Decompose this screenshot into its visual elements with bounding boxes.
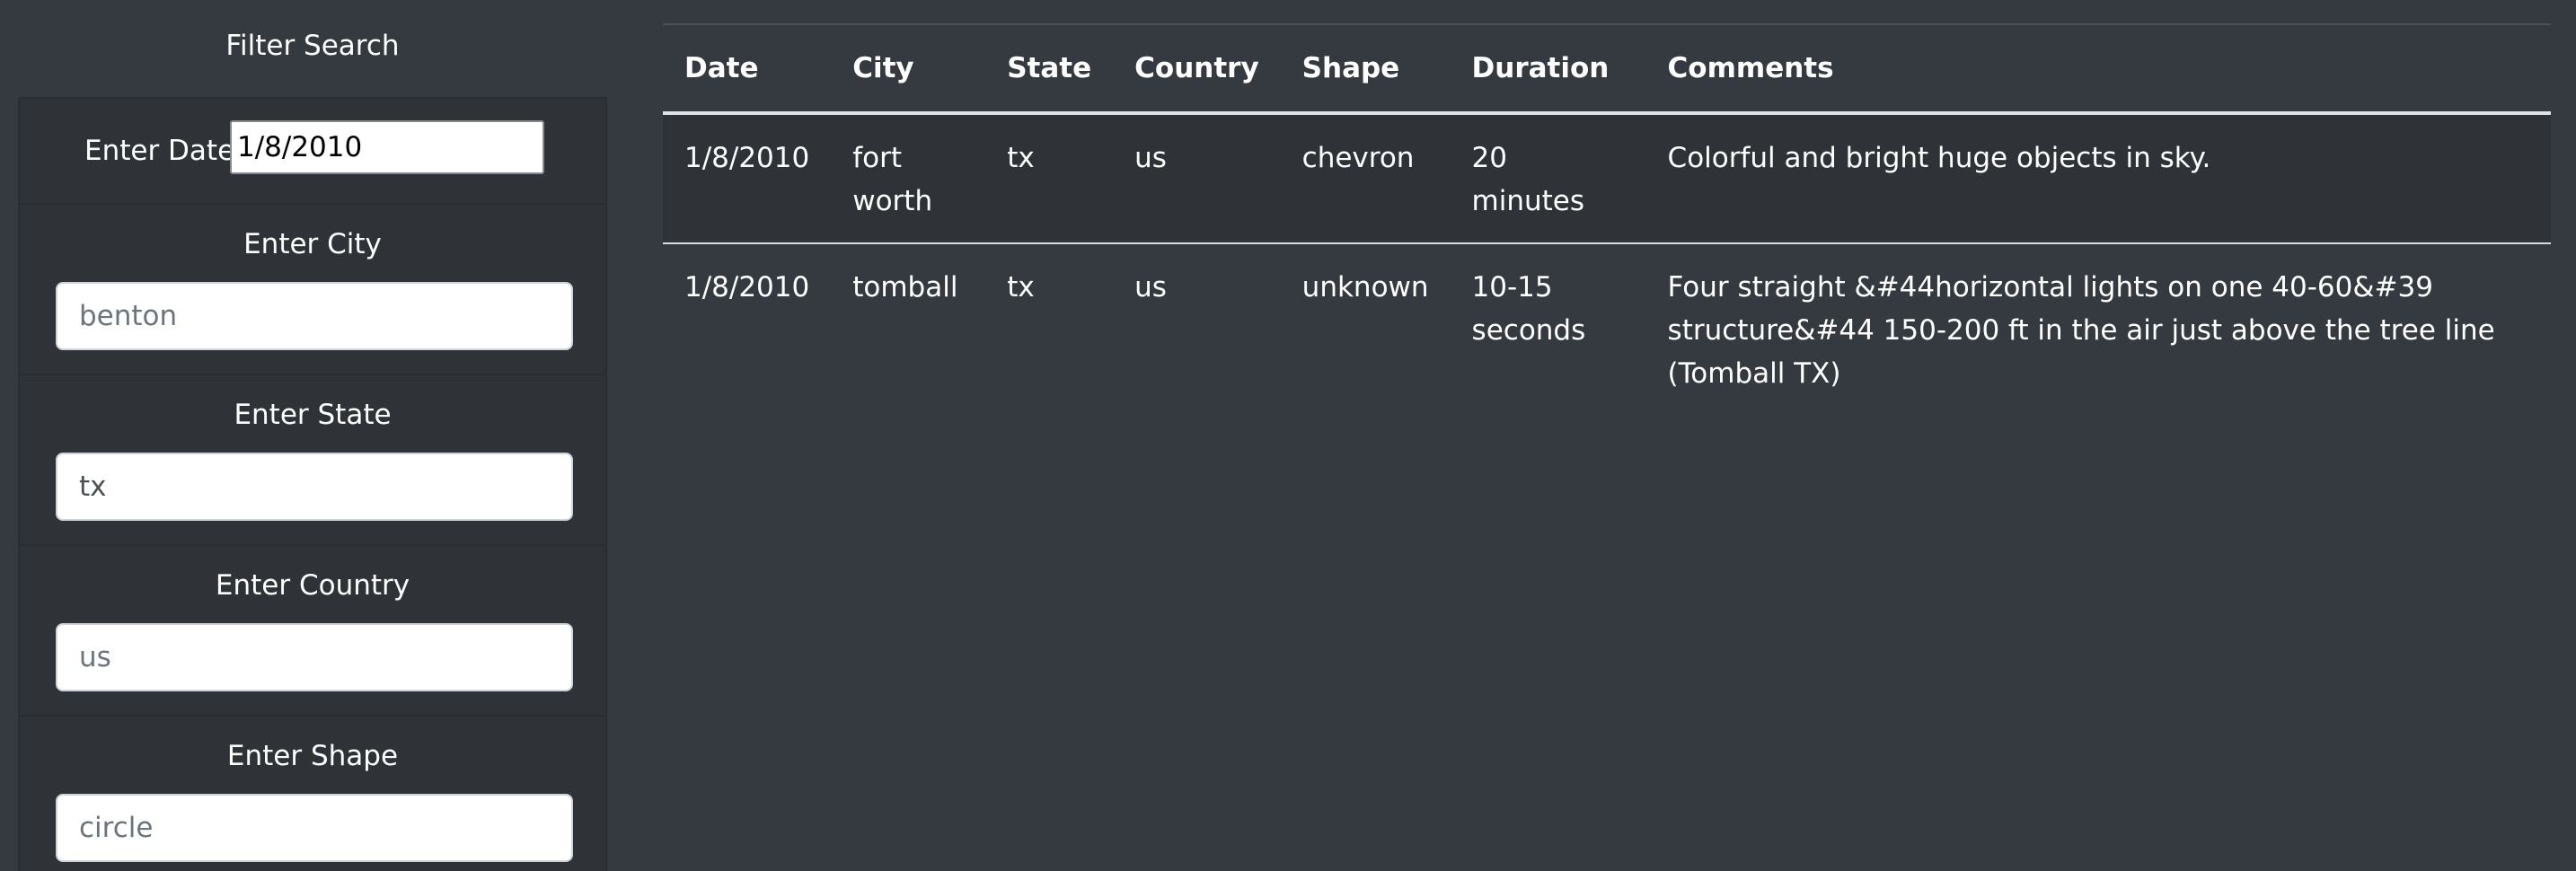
ufo-sightings-table: Date City State Country Shape Duration C… [663,23,2551,415]
cell-country: us [1113,113,1281,244]
cell-date: 1/8/2010 [684,271,810,304]
column-header-duration: Duration [1450,23,1646,115]
shape-label: Enter Shape [226,740,399,772]
filter-item-shape: Enter Shape [20,717,605,871]
filter-item-country: Enter Country [20,546,605,717]
country-label: Enter Country [215,569,410,602]
column-header-city: City [831,23,986,115]
filter-item-state: Enter State [20,375,605,546]
table-body: 1/8/2010 fort worth tx us chevron 20 min… [663,113,2551,415]
filter-list: Enter Date Enter City Enter State Enter … [18,97,607,871]
results-table-area: Date City State Country Shape Duration C… [663,23,2551,415]
column-header-country: Country [1113,23,1281,115]
cell-shape: unknown [1301,271,1429,304]
table-header-row: Date City State Country Shape Duration C… [663,23,2551,115]
filter-sidebar: Filter Search Enter Date Enter City Ente… [18,0,607,871]
cell-comments: Colorful and bright huge objects in sky. [1645,113,2551,244]
column-header-date: Date [663,23,832,115]
filter-item-city: Enter City [20,205,605,375]
page: Filter Search Enter Date Enter City Ente… [0,0,2576,871]
cell-city: tomball [852,271,958,304]
cell-date: 1/8/2010 [663,113,832,244]
table-row: 1/8/2010 tomball tx us unknown 10-15 sec… [663,243,2551,415]
date-label: Enter Date [84,135,235,167]
cell-shape: chevron [1280,113,1451,244]
column-header-comments: Comments [1645,23,2551,115]
city-input[interactable] [56,282,573,350]
table-header: Date City State Country Shape Duration C… [663,23,2551,115]
state-input[interactable] [56,453,573,521]
cell-duration: 10-15 seconds [1471,271,1586,347]
cell-comments: Four straight &#44horizontal lights on o… [1667,271,2495,390]
column-header-shape: Shape [1280,23,1451,115]
state-label: Enter State [234,399,392,431]
filter-search-title: Filter Search [225,30,400,62]
table-row: 1/8/2010 fort worth tx us chevron 20 min… [663,113,2551,244]
cell-state: tx [985,113,1114,244]
cell-state: tx [1007,271,1035,304]
date-input[interactable] [230,120,544,174]
shape-input[interactable] [56,794,573,862]
cell-duration: 20 minutes [1450,113,1646,244]
column-header-state: State [985,23,1114,115]
cell-city: fort worth [831,113,986,244]
city-label: Enter City [243,228,382,260]
country-input[interactable] [56,623,573,691]
cell-country: us [1134,271,1167,304]
filter-item-date: Enter Date [20,99,605,205]
